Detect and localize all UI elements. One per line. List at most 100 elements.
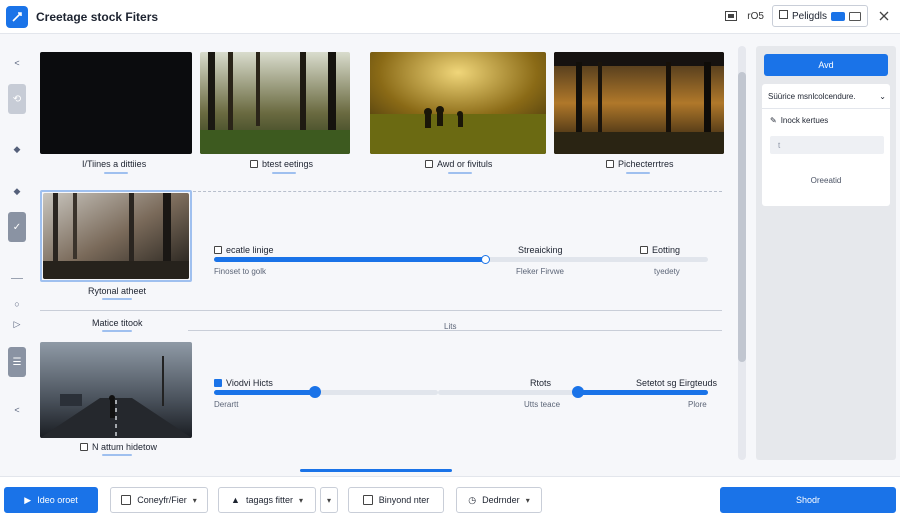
- control-sub-label: Finoset to golk: [214, 267, 267, 276]
- control-label-text: Viodvi Hicts: [226, 378, 273, 388]
- tags-dropdown[interactable]: ▲ tagags fitter ▾: [218, 487, 316, 513]
- item-count: rO5: [747, 10, 764, 22]
- control-label: Rtots: [530, 378, 551, 388]
- section-title: Matice titook: [92, 318, 143, 328]
- title-bar-actions: rO5 Peligdls: [723, 5, 892, 27]
- thumbnail-caption[interactable]: N attum hidetow: [80, 442, 157, 452]
- media-canvas: I/Tiines a dittiies btest eetings Awd or…: [30, 46, 736, 460]
- thumbnail-caption[interactable]: Pichecterrtres: [606, 159, 674, 169]
- control-label[interactable]: ecatle linige: [214, 245, 274, 255]
- control-label-text: Rtots: [530, 378, 552, 388]
- panel-status: Oreeatid: [810, 176, 842, 185]
- control-sub-label: Utts teace: [524, 400, 561, 409]
- thumbnail-caption[interactable]: I/Tiines a dittiies: [82, 159, 146, 169]
- control-checkbox[interactable]: [214, 246, 222, 254]
- tag-icon: ▲: [231, 495, 240, 505]
- center-label: Lits: [444, 322, 457, 331]
- collapse-arrow-icon[interactable]: <: [14, 56, 19, 70]
- circle-icon[interactable]: ○: [14, 297, 19, 311]
- slider-track[interactable]: [214, 255, 708, 264]
- thumbnail-caption[interactable]: btest eetings: [250, 159, 313, 169]
- section-title-text: Matice titook: [92, 318, 143, 328]
- video-export-label: Ideo oroet: [37, 495, 78, 505]
- slider-track[interactable]: [438, 386, 708, 398]
- caption-checkbox[interactable]: [80, 443, 88, 451]
- show-button[interactable]: Shodr: [720, 487, 896, 513]
- check-icon: ✓: [12, 221, 22, 233]
- window-title: Creetage stock Fiters: [36, 9, 159, 24]
- slider-knob[interactable]: [481, 255, 491, 264]
- rail-divider: [11, 278, 23, 279]
- beyond-dropdown[interactable]: Binyond nter: [348, 487, 444, 513]
- app-window: Creetage stock Fiters rO5 Peligdls < ⟲ ◆…: [0, 0, 900, 514]
- caption-text: Awd or fivituls: [437, 159, 493, 169]
- canvas-scrollbar[interactable]: [738, 46, 746, 460]
- caption-underline: [104, 172, 128, 174]
- caption-checkbox[interactable]: [250, 160, 258, 168]
- profile-switch[interactable]: Peligdls: [771, 5, 868, 27]
- close-icon[interactable]: [876, 8, 892, 24]
- control-checkbox[interactable]: [214, 379, 222, 387]
- beyond-dropdown-label: Binyond nter: [378, 495, 430, 505]
- scrollbar-thumb[interactable]: [738, 72, 746, 362]
- caption-underline: [102, 298, 132, 300]
- source-select[interactable]: Süürice msnlcolcendure. ⌄: [768, 92, 886, 101]
- control-label: Streaicking: [518, 245, 563, 255]
- thumbnail-foggy-forest[interactable]: [43, 193, 189, 279]
- chevron-down-icon: ▾: [525, 495, 530, 505]
- stack-tool-button[interactable]: ☰: [8, 347, 26, 377]
- caption-underline: [626, 172, 650, 174]
- play-icon[interactable]: ▷: [14, 317, 21, 331]
- panel-input[interactable]: t: [770, 136, 884, 154]
- slider-knob[interactable]: [308, 386, 321, 398]
- caption-text: btest eetings: [262, 159, 314, 169]
- slider-track[interactable]: [214, 386, 438, 398]
- decoder-dropdown-label: Dedrnder: [482, 495, 520, 505]
- video-icon: ▶: [24, 494, 32, 505]
- panel-item[interactable]: ✎ Inock kertues: [770, 116, 828, 125]
- control-checkbox[interactable]: [640, 246, 648, 254]
- control-label-text: Setetot sg Eirgteuds: [636, 378, 718, 388]
- slider-fill: [578, 390, 708, 395]
- app-logo-icon: [6, 5, 28, 28]
- chevron-down-icon: ▾: [298, 495, 303, 505]
- thumbnail-dark[interactable]: [40, 52, 192, 154]
- source-select-label: Süürice msnlcolcendure.: [768, 92, 856, 101]
- check-tool-button[interactable]: ✓: [8, 212, 26, 242]
- video-export-button[interactable]: ▶ Ideo oroet: [4, 487, 98, 513]
- control-label[interactable]: Viodvi Hicts: [214, 378, 273, 388]
- slider-knob[interactable]: [572, 386, 585, 398]
- expand-arrow-icon[interactable]: <: [14, 403, 19, 417]
- left-rail: < ⟲ ◆ ◆ ✓ ○ ▷ ☰ <: [6, 46, 28, 460]
- control-sub-label: Fleker Firvwe: [516, 267, 565, 276]
- panel-card: Süürice msnlcolcendure. ⌄ ✎ Inock kertue…: [762, 84, 890, 206]
- link-tool-button[interactable]: ⟲: [8, 84, 26, 114]
- control-label[interactable]: Eotting: [640, 245, 680, 255]
- stack-icon: ☰: [12, 356, 22, 368]
- control-label: Setetot sg Eirgteuds: [636, 378, 717, 388]
- slider-fill: [214, 257, 486, 262]
- thumbnail-road[interactable]: [40, 342, 192, 438]
- edit-icon: [778, 10, 788, 22]
- diamond-icon[interactable]: ◆: [14, 142, 21, 156]
- diamond-small-icon[interactable]: ◆: [14, 184, 21, 198]
- caption-underline: [448, 172, 472, 174]
- thumbnail-sunset-trees[interactable]: [554, 52, 724, 154]
- more-dropdown[interactable]: ▾: [320, 487, 338, 513]
- decoder-dropdown[interactable]: ◷ Dedrnder ▾: [456, 487, 542, 513]
- thumbnail-caption[interactable]: Awd or fivituls: [425, 159, 492, 169]
- document-icon: [362, 495, 373, 505]
- thumbnail-golden-field[interactable]: [370, 52, 546, 154]
- gallery-icon[interactable]: [723, 8, 739, 24]
- thumbnail-caption[interactable]: Rytonal atheet: [88, 286, 146, 296]
- profile-label: Peligdls: [791, 10, 827, 22]
- thumbnail-forest[interactable]: [200, 52, 350, 154]
- slider-fill: [214, 390, 315, 395]
- control-sub-label: Derartt: [214, 400, 239, 409]
- chevron-down-icon: ⌄: [879, 92, 886, 101]
- toggle-icon: [831, 11, 845, 21]
- caption-checkbox[interactable]: [606, 160, 614, 168]
- filter-dropdown[interactable]: Coneyfr/Fier ▾: [110, 487, 208, 513]
- add-button[interactable]: Avd: [764, 54, 888, 76]
- caption-checkbox[interactable]: [425, 160, 433, 168]
